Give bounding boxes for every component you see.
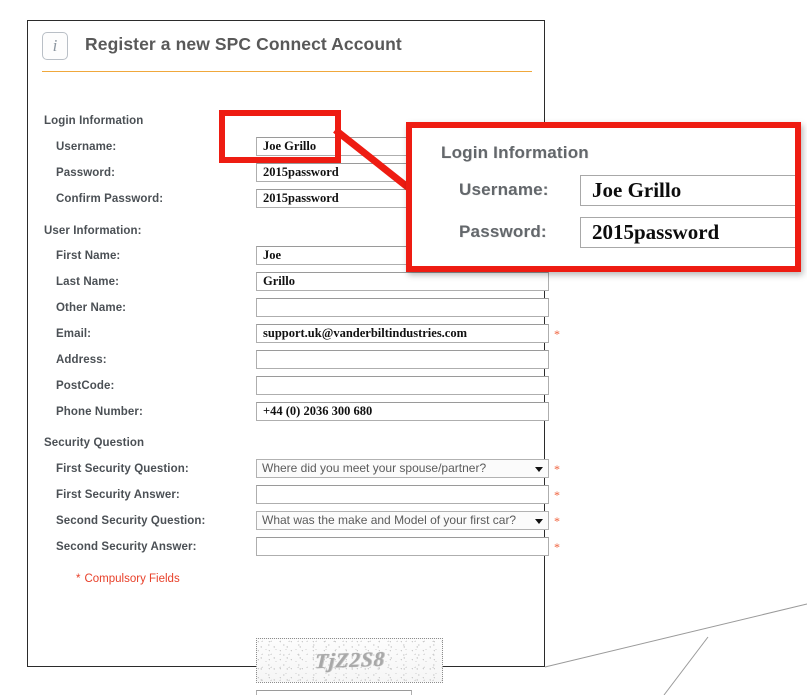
zoom-callout-panel: Login Information Username: Joe Grillo P… (406, 122, 801, 272)
label-address: Address: (56, 354, 107, 366)
input-address[interactable] (256, 350, 549, 369)
select-first-security-question[interactable]: Where did you meet your spouse/partner? (256, 459, 549, 478)
compulsory-text: Compulsory Fields (84, 573, 180, 585)
input-other-name[interactable] (256, 298, 549, 317)
title-divider (42, 71, 532, 72)
select-second-security-question-value: What was the make and Model of your firs… (262, 513, 517, 527)
screenshot-root: i Register a new SPC Connect Account Log… (0, 0, 807, 695)
callout-input-username[interactable]: Joe Grillo (580, 175, 795, 206)
input-phone-number[interactable]: +44 (0) 2036 300 680 (256, 402, 549, 421)
label-first-security-answer: First Security Answer: (56, 489, 180, 501)
required-marker-first-security-question: * (554, 462, 560, 476)
label-confirm-password: Confirm Password: (56, 193, 164, 205)
label-second-security-answer: Second Security Answer: (56, 541, 197, 553)
callout-input-password[interactable]: 2015password (580, 217, 795, 248)
label-password: Password: (56, 167, 116, 179)
callout-label-password: Password: (459, 222, 547, 241)
input-second-security-answer[interactable] (256, 537, 549, 556)
input-postcode[interactable] (256, 376, 549, 395)
captcha-image: TjZ2S8 (256, 638, 443, 683)
compulsory-fields-note: * Compulsory Fields (76, 573, 180, 585)
page-title: Register a new SPC Connect Account (85, 34, 402, 54)
section-heading-login: Login Information (44, 115, 144, 127)
section-heading-user: User Information: (44, 225, 142, 237)
label-second-security-question: Second Security Question: (56, 515, 206, 527)
section-heading-security: Security Question (44, 437, 145, 449)
label-first-security-question: First Security Question: (56, 463, 189, 475)
required-marker-second-security-question: * (554, 514, 560, 528)
input-email[interactable]: support.uk@vanderbiltindustries.com (256, 324, 549, 343)
chevron-down-icon (535, 519, 543, 524)
label-first-name: First Name: (56, 250, 121, 262)
info-icon: i (42, 32, 68, 60)
callout-label-username: Username: (459, 180, 549, 199)
label-other-name: Other Name: (56, 302, 127, 314)
panel-header: i Register a new SPC Connect Account (28, 21, 544, 73)
label-username: Username: (56, 141, 117, 153)
chevron-down-icon (535, 467, 543, 472)
label-last-name: Last Name: (56, 276, 119, 288)
input-enter-code[interactable]: TjZ2S8 (256, 690, 412, 695)
compulsory-star: * (76, 573, 81, 585)
input-first-security-answer[interactable] (256, 485, 549, 504)
select-first-security-question-value: Where did you meet your spouse/partner? (262, 461, 487, 475)
label-email: Email: (56, 328, 92, 340)
captcha-image-code: TjZ2S8 (313, 646, 386, 673)
callout-heading: Login Information (441, 143, 589, 162)
label-phone-number: Phone Number: (56, 406, 143, 418)
required-marker-email: * (554, 327, 560, 341)
required-marker-second-security-answer: * (554, 540, 560, 554)
input-last-name[interactable]: Grillo (256, 272, 549, 291)
label-postcode: PostCode: (56, 380, 115, 392)
select-second-security-question[interactable]: What was the make and Model of your firs… (256, 511, 549, 530)
zoom-highlight-rectangle (219, 110, 341, 163)
required-marker-first-security-answer: * (554, 488, 560, 502)
